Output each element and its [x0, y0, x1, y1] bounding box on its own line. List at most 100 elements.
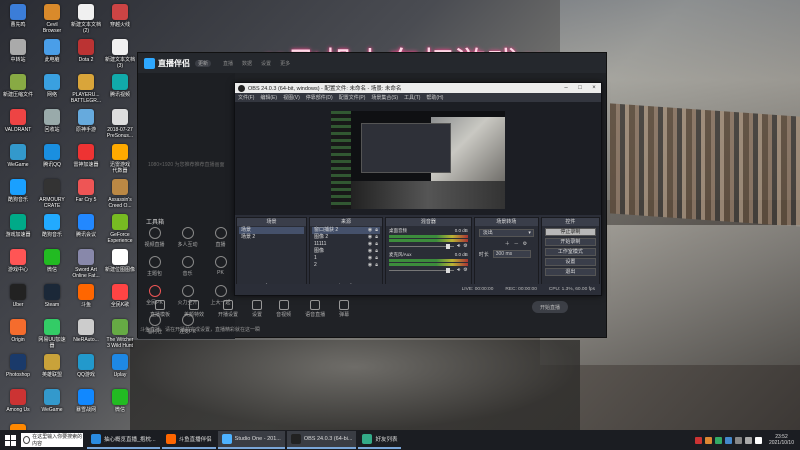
- desktop-icon[interactable]: 腾讯会议: [70, 214, 102, 238]
- gear-icon[interactable]: ⚙: [463, 267, 467, 273]
- toolbox-item[interactable]: 直播: [204, 227, 237, 248]
- nav-item[interactable]: 设置: [261, 60, 271, 67]
- lock-icon[interactable]: 🔒︎: [375, 234, 378, 241]
- menu-item[interactable]: 配置文件(P): [339, 94, 366, 101]
- lock-icon[interactable]: 🔒︎: [375, 241, 378, 248]
- desktop-icon[interactable]: 新建压缩文件: [2, 74, 34, 98]
- desktop-icon[interactable]: 穿越火线: [104, 4, 136, 28]
- bottom-bar-item[interactable]: 美颜特效: [184, 300, 204, 318]
- desktop-icon[interactable]: 全民K歌: [104, 284, 136, 308]
- desktop-icon[interactable]: Uplay: [104, 354, 136, 378]
- obs-preview[interactable]: [331, 111, 505, 209]
- desktop-icon[interactable]: 回收站: [36, 109, 68, 133]
- menu-item[interactable]: 文件(F): [238, 94, 254, 101]
- menu-item[interactable]: 场景集合(S): [371, 94, 398, 101]
- volume-slider[interactable]: 🔊︎ ⚙: [388, 267, 468, 273]
- duration-input[interactable]: 300 ms: [492, 250, 531, 258]
- toolbox-item[interactable]: PK: [204, 256, 237, 277]
- source-item[interactable]: 图像 2 ◉ 🔒︎: [312, 234, 380, 241]
- control-button[interactable]: 停止录制: [544, 228, 596, 236]
- tray-icon[interactable]: [754, 436, 762, 444]
- desktop-icon[interactable]: Far Cry 5: [70, 179, 102, 203]
- nav-item[interactable]: 更多: [280, 60, 290, 67]
- lock-icon[interactable]: 🔒︎: [375, 262, 378, 269]
- taskbar-task[interactable]: OBS 24.0.3 (64-bi...: [286, 431, 357, 449]
- tray-icon[interactable]: [744, 436, 752, 444]
- source-item[interactable]: 1 ◉ 🔒︎: [312, 255, 380, 262]
- transition-select[interactable]: 淡出: [478, 229, 534, 237]
- taskbar-task[interactable]: Studio One - 201...: [217, 431, 285, 449]
- desktop-icon[interactable]: QQ游戏: [70, 354, 102, 378]
- lock-icon[interactable]: 🔒︎: [375, 248, 378, 255]
- bottom-bar-item[interactable]: 音视频: [276, 300, 291, 318]
- control-button[interactable]: 设置: [544, 258, 596, 266]
- visibility-icon[interactable]: ◉: [368, 248, 372, 255]
- menu-item[interactable]: 帮助(H): [426, 94, 443, 101]
- source-item[interactable]: 窗口捕获 2 ◉ 🔒︎: [312, 227, 380, 234]
- gear-icon[interactable]: ⚙: [463, 243, 467, 249]
- control-button[interactable]: 退出: [544, 268, 596, 276]
- desktop-icon[interactable]: Photoshop: [2, 354, 34, 378]
- slider-knob[interactable]: [445, 267, 450, 273]
- desktop-icon[interactable]: 雷神加速器: [70, 144, 102, 168]
- menu-item[interactable]: 停靠部件(D): [306, 94, 333, 101]
- visibility-icon[interactable]: ◉: [368, 255, 372, 262]
- menu-item[interactable]: 编辑(E): [260, 94, 277, 101]
- obs-titlebar[interactable]: OBS 24.0.3 (64-bit, windows) - 配置文件: 未命名…: [235, 83, 601, 93]
- desktop-icon[interactable]: The Witcher 3 Wild Hunt: [104, 319, 136, 349]
- update-badge[interactable]: 更新: [195, 59, 212, 67]
- obs-window[interactable]: OBS 24.0.3 (64-bit, windows) - 配置文件: 未命名…: [234, 82, 602, 296]
- lock-icon[interactable]: 🔒︎: [375, 255, 378, 262]
- desktop-icon[interactable]: Assassin's Creed O...: [104, 179, 136, 209]
- desktop-icon[interactable]: Sword Art Online Fat...: [70, 249, 102, 279]
- volume-slider[interactable]: 🔊︎ ⚙: [388, 243, 468, 249]
- desktop-icon[interactable]: 新建文本文档 (3): [104, 39, 136, 69]
- menu-item[interactable]: 视图(V): [283, 94, 300, 101]
- desktop-icon[interactable]: 迅雷游戏 代数器: [104, 144, 136, 174]
- toolbox-item[interactable]: 多人互动: [171, 227, 204, 248]
- bottom-bar-item[interactable]: 设置: [252, 300, 262, 318]
- visibility-icon[interactable]: ◉: [368, 234, 372, 241]
- desktop-icon[interactable]: Origin: [2, 319, 34, 343]
- desktop-icon[interactable]: ARMOURY CRATE: [36, 179, 68, 209]
- desktop-icon[interactable]: 中转站: [2, 39, 34, 63]
- bottom-bar-item[interactable]: 语音直播: [305, 300, 325, 318]
- desktop-icon[interactable]: 新建文本文档 (2): [70, 4, 102, 34]
- desktop-icon[interactable]: 曹先鸣: [2, 4, 34, 28]
- source-item[interactable]: 2 ◉ 🔒︎: [312, 262, 380, 269]
- visibility-icon[interactable]: ◉: [368, 262, 372, 269]
- desktop-icon[interactable]: 原神手游: [70, 109, 102, 133]
- desktop-icon[interactable]: PLAYERU... BATTLEGR...: [70, 74, 102, 104]
- bottom-bar-item[interactable]: 弹幕: [339, 300, 349, 318]
- toolbox-item[interactable]: 视频直播: [138, 227, 171, 248]
- control-button[interactable]: 开始录制: [544, 238, 596, 246]
- tray-icon[interactable]: [714, 436, 722, 444]
- desktop-icon[interactable]: 网易UU加速 器: [36, 319, 68, 349]
- control-button[interactable]: 工作室模式: [544, 248, 596, 256]
- desktop-icon[interactable]: 腾讯QQ: [36, 144, 68, 168]
- slider-knob[interactable]: [445, 243, 450, 249]
- remove-icon[interactable]: －: [514, 240, 519, 247]
- toolbox-item[interactable]: 音乐: [171, 256, 204, 277]
- desktop-icon[interactable]: 微信: [104, 389, 136, 413]
- streamer-app-titlebar[interactable]: 直播伴侣 更新 直播 数据 设置 更多: [138, 53, 606, 73]
- desktop-icon[interactable]: 2018-07-27 PreSonus...: [104, 109, 136, 139]
- desktop-icon[interactable]: 酷狗音乐: [2, 179, 34, 203]
- tray-icon[interactable]: [694, 436, 702, 444]
- desktop-icon[interactable]: Cevil Browser: [36, 4, 68, 34]
- desktop-icon[interactable]: Steam: [36, 284, 68, 308]
- desktop-icon[interactable]: VALORANT: [2, 109, 34, 133]
- desktop-icon[interactable]: Dota 2: [70, 39, 102, 63]
- bottom-bar-item[interactable]: 开播设置: [218, 300, 238, 318]
- desktop-icon[interactable]: Among Us: [2, 389, 34, 413]
- desktop-icon[interactable]: WeGame: [36, 389, 68, 413]
- add-icon[interactable]: ＋: [505, 240, 510, 247]
- start-live-button[interactable]: 开始直播: [532, 301, 568, 313]
- scene-item[interactable]: 场景: [239, 227, 304, 234]
- visibility-icon[interactable]: ◉: [368, 227, 372, 234]
- gear-icon[interactable]: ⚙: [523, 241, 527, 247]
- taskbar-task[interactable]: 抽心概览直播_抱枕...: [87, 431, 160, 449]
- lock-icon[interactable]: 🔒︎: [375, 227, 378, 234]
- desktop-icon[interactable]: 暴雪战网: [70, 389, 102, 413]
- scene-item[interactable]: 场景 2: [239, 234, 304, 241]
